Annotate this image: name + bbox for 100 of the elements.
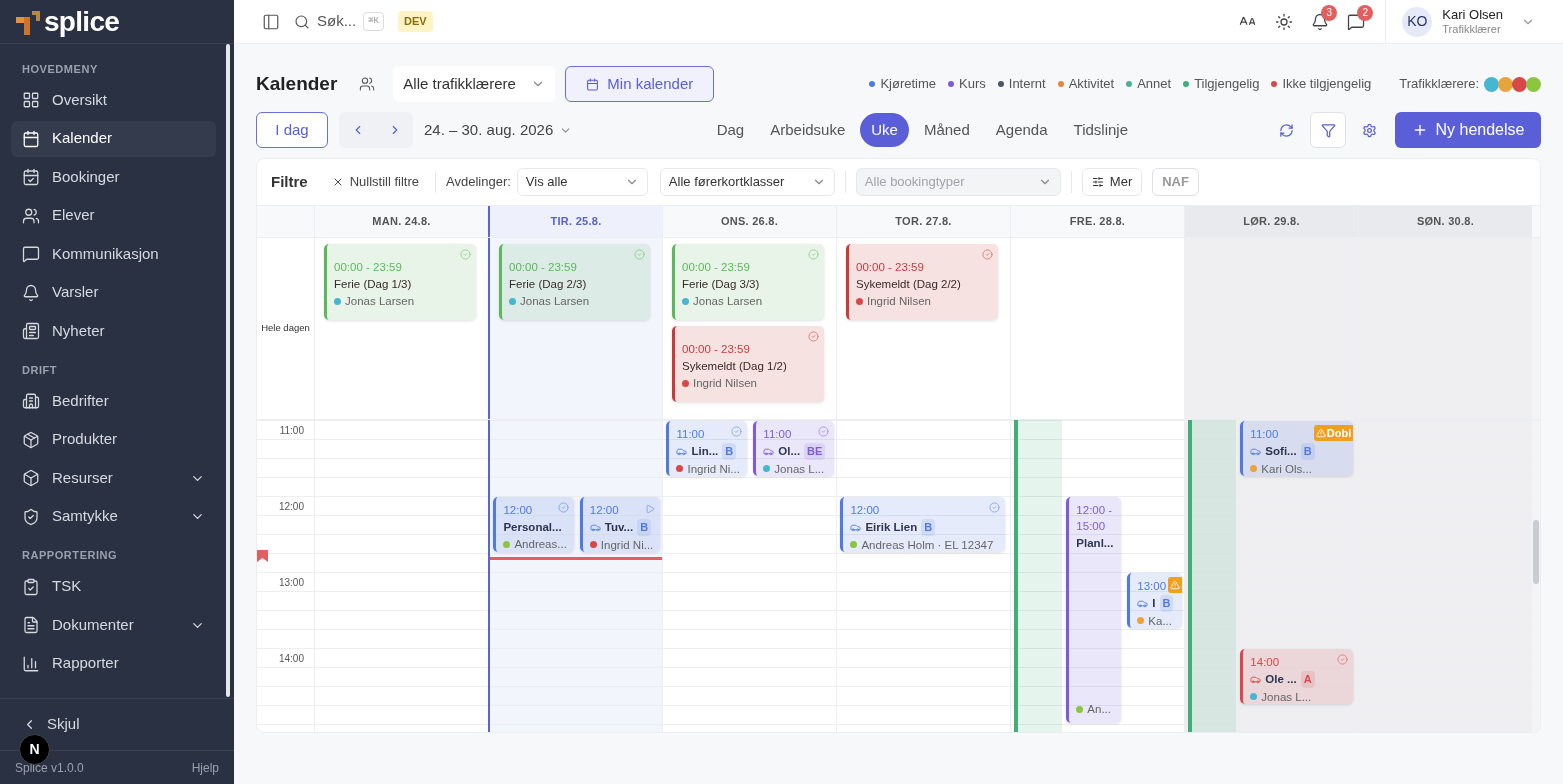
legend-label: Annet <box>1137 75 1172 94</box>
event-title: Eirik Lien <box>865 520 918 536</box>
event-time: 11:00 <box>763 427 792 442</box>
event-card[interactable]: 00:00 - 23:59 Ferie (Dag 3/3) Jonas Larsen <box>672 244 824 320</box>
nav-item[interactable]: Kalender <box>11 120 216 157</box>
event-card[interactable]: 11:00 Lin... B Ingrid Ni... <box>666 421 748 476</box>
scrollbar[interactable] <box>1533 520 1539 584</box>
nav-icon <box>22 322 40 340</box>
person-name: Andreas Holm · EL 12347 <box>861 537 994 553</box>
sidebar-toggle-icon[interactable] <box>262 12 280 31</box>
event-time: 11:00 <box>1250 427 1279 442</box>
event-title: Ol... <box>778 444 801 460</box>
help-link[interactable]: Hjelp <box>191 758 219 777</box>
new-event-button[interactable]: Ny hendelse <box>1395 112 1541 148</box>
select-field[interactable]: Alle førerkortklasser <box>659 168 835 196</box>
nav-item[interactable]: Rapporter <box>11 645 216 682</box>
nav-item[interactable]: TSK <box>11 568 216 605</box>
logo-text: splice <box>44 7 120 36</box>
event-time: 00:00 - 23:59 <box>334 260 402 275</box>
nav-icon <box>22 616 40 634</box>
event-card[interactable]: 00:00 - 23:59 Ferie (Dag 1/3) Jonas Larsen <box>324 244 476 320</box>
event-card[interactable]: 12:00 Tuv... B Ingrid Ni... <box>579 497 661 552</box>
event-card[interactable]: 11:00 Ol... BE Jonas L... <box>753 421 835 476</box>
event-time: 00:00 - 23:59 <box>682 342 750 357</box>
count-badge: 2 <box>1357 4 1374 21</box>
date-range-picker[interactable]: 24. – 30. aug. 2026 <box>424 118 573 142</box>
nav-item[interactable]: Resurser <box>11 460 216 496</box>
nav-icon <box>22 469 40 487</box>
day-header[interactable]: SØN. 30.8. <box>1358 206 1532 237</box>
event-time: 14:00 <box>1250 655 1280 670</box>
current-time-flag-icon <box>257 550 268 562</box>
event-title: Ferie (Dag 2/3) <box>509 277 587 292</box>
nav-item[interactable]: Varsler <box>11 274 216 311</box>
event-card[interactable]: 12:00 Personal... Andreas... <box>493 497 574 552</box>
more-filters-button[interactable]: Mer <box>1081 168 1143 196</box>
section-heading: HOVEDMENY <box>21 61 99 77</box>
instructor-select[interactable]: Alle trafikklærere <box>393 66 556 102</box>
user-menu[interactable]: KO Kari Olsen Trafikklærer <box>1385 0 1563 43</box>
event-title: Tuv... <box>604 520 634 536</box>
person-name: An... <box>1087 702 1111 717</box>
event-title: Lin... <box>691 444 719 460</box>
event-card[interactable]: 11:00 Sofi... B Kari Ols... Dobl <box>1240 421 1354 476</box>
person-name: Andreas... <box>514 537 567 552</box>
nav-item[interactable]: Nyheter <box>11 313 216 349</box>
event-title: Sykemeldt (Dag 2/2) <box>856 277 961 292</box>
today-button[interactable]: I dag <box>256 112 328 148</box>
day-header[interactable]: LØR. 29.8. <box>1184 206 1358 237</box>
reset-filters-button[interactable]: Nullstill filtre <box>331 172 420 192</box>
event-title: Ole ... <box>1265 672 1297 688</box>
event-card[interactable]: 12:00 - 15:00 Planl... An... <box>1066 497 1122 723</box>
day-header[interactable]: TOR. 27.8. <box>836 206 1010 237</box>
logo-icon <box>16 8 42 35</box>
person-name: Ka... <box>1148 613 1172 629</box>
event-title: Ferie (Dag 1/3) <box>334 277 412 292</box>
nav-item[interactable]: Elever <box>11 197 216 234</box>
instructor-avatar[interactable] <box>1484 76 1499 92</box>
instructor-avatar[interactable] <box>1512 76 1527 92</box>
event-time: 12:00 <box>503 503 533 518</box>
event-card[interactable]: 00:00 - 23:59 Ferie (Dag 2/3) Jonas Larsen <box>499 244 650 320</box>
view-tab[interactable]: Agenda <box>984 113 1059 147</box>
nav-item[interactable]: Bookinger <box>11 159 216 195</box>
event-card[interactable]: 12:00 Eirik Lien B Andreas Holm · EL 12347 <box>840 497 1006 552</box>
filter-button[interactable] <box>1310 112 1346 148</box>
nav-item[interactable]: Oversikt <box>11 82 216 118</box>
nav-item[interactable]: Kommunikasjon <box>11 236 216 272</box>
view-tab[interactable]: Dag <box>705 113 756 147</box>
my-calendar-button[interactable]: Min kalender <box>565 66 715 102</box>
select-field[interactable]: Vis alle <box>516 168 648 196</box>
view-tab[interactable]: Tidslinje <box>1062 113 1139 147</box>
settings-icon[interactable] <box>1362 122 1377 138</box>
scrollbar[interactable] <box>226 44 230 697</box>
day-header[interactable]: ONS. 26.8. <box>662 206 836 237</box>
refresh-icon[interactable] <box>1279 122 1294 138</box>
event-card[interactable]: 14:00 Ole ... A Jonas L... <box>1240 649 1354 704</box>
env-badge: DEV <box>398 11 433 32</box>
sun-icon[interactable] <box>1275 12 1294 31</box>
nav-item[interactable]: Produkter <box>11 421 216 458</box>
sliders-icon <box>1091 176 1104 188</box>
nav-item[interactable]: Bedrifter <box>11 383 216 419</box>
person-name: Jonas L... <box>1261 689 1312 705</box>
event-card[interactable]: 13:00 I B Ka... <box>1127 573 1183 628</box>
event-card[interactable]: 00:00 - 23:59 Sykemeldt (Dag 1/2) Ingrid Nilsen <box>672 326 824 402</box>
person-name: Jonas L... <box>774 461 825 477</box>
event-title: Personal... <box>503 520 562 535</box>
search-field[interactable]: Søk... ⌘K <box>294 10 384 33</box>
shortcut-key: ⌘K <box>363 11 384 32</box>
view-tab[interactable]: Måned <box>912 113 981 147</box>
view-tab[interactable]: Uke <box>860 113 909 147</box>
nav-item[interactable]: Samtykke <box>11 498 216 535</box>
nav-icon <box>22 283 40 302</box>
collapse-button[interactable]: Skjul <box>22 713 80 736</box>
event-card[interactable]: 00:00 - 23:59 Sykemeldt (Dag 2/2) Ingrid Nilsen <box>846 244 998 320</box>
person-name: Kari Ols... <box>1261 461 1312 477</box>
view-tab[interactable]: Arbeidsuke <box>759 113 857 147</box>
instructor-avatar[interactable] <box>1498 76 1513 92</box>
nav-item[interactable]: Dokumenter <box>11 607 216 643</box>
user-name: Kari Olsen <box>1442 6 1503 23</box>
legend-label: Aktivitet <box>1068 75 1115 94</box>
class-badge: A <box>1300 671 1315 688</box>
day-header[interactable]: TIR. 25.8. <box>488 206 662 237</box>
